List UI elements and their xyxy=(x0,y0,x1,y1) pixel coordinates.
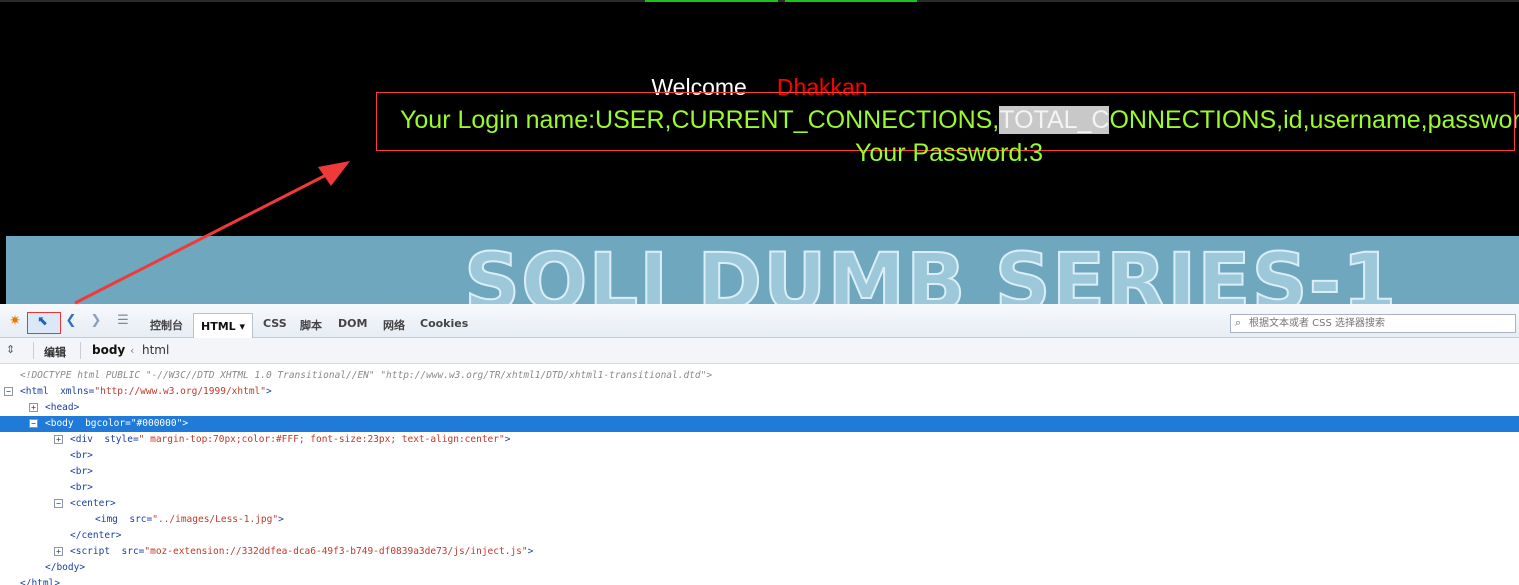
html-subbar: ⇕ 编辑 body ‹ html xyxy=(0,338,1519,364)
divider xyxy=(33,342,34,359)
page-viewport: Welcome Dhakkan Your Login name:USER,CURR… xyxy=(0,0,1519,304)
tree-row-html[interactable]: − <html xmlns="http://www.w3.org/1999/xh… xyxy=(0,384,1519,400)
tree-row-br[interactable]: <br> xyxy=(0,448,1519,464)
tree-row-body-close[interactable]: </body> xyxy=(0,560,1519,576)
inspect-pointer-icon: ⬉ xyxy=(37,314,48,329)
command-list-icon[interactable]: ☰ xyxy=(114,312,132,330)
breadcrumb-body[interactable]: body xyxy=(92,343,125,357)
html-close-tag: </html> xyxy=(20,578,61,585)
tab-indicator xyxy=(785,0,917,2)
html-tree: <!DOCTYPE html PUBLIC "-//W3C//DTD XHTML… xyxy=(0,368,1519,585)
firebug-icon[interactable]: ✷ xyxy=(6,312,24,330)
search-box[interactable]: ⌕ xyxy=(1230,314,1516,333)
center-close-tag: </center> xyxy=(70,530,122,541)
tab-indicator xyxy=(645,0,778,2)
tree-row-center-close[interactable]: </center> xyxy=(0,528,1519,544)
breadcrumb-separator: ‹ xyxy=(130,344,135,357)
banner-text: SQLI DUMB SERIES-1 xyxy=(463,237,1398,304)
tab-html[interactable]: HTML ▾ xyxy=(193,313,253,339)
collapse-toggle[interactable]: − xyxy=(29,419,38,428)
img-tag: <img src="../images/Less-1.jpg"> xyxy=(95,514,284,525)
devtools-toolbar: ✷ ⬉ ❮ ❯ ☰ 控制台 HTML ▾ CSS 脚本 DOM 网络 Cooki… xyxy=(0,304,1519,339)
br-tag: <br> xyxy=(70,482,93,493)
center-tag: <center> xyxy=(70,498,116,509)
body-tag: <body bgcolor="#000000"> xyxy=(45,418,189,429)
edit-button[interactable]: 编辑 xyxy=(44,344,66,360)
break-on-mutate-icon[interactable]: ⇕ xyxy=(6,343,15,356)
divider xyxy=(80,342,81,359)
head-tag: <head> xyxy=(45,402,80,413)
tab-console[interactable]: 控制台 xyxy=(150,317,183,333)
banner-image: SQLI DUMB SERIES-1 xyxy=(6,236,1519,304)
expand-toggle[interactable]: + xyxy=(54,435,63,444)
tree-row-body-selected[interactable]: − <body bgcolor="#000000"> xyxy=(0,416,1519,432)
tree-row-script[interactable]: + <script src="moz-extension://332ddfea-… xyxy=(0,544,1519,560)
tree-row-center[interactable]: − <center> xyxy=(0,496,1519,512)
expand-toggle[interactable]: + xyxy=(29,403,38,412)
breadcrumb-html[interactable]: html xyxy=(142,343,169,357)
html-tag: <html xmlns="http://www.w3.org/1999/xhtm… xyxy=(20,386,272,397)
search-icon: ⌕ xyxy=(1235,316,1242,329)
devtools-panel: ✷ ⬉ ❮ ❯ ☰ 控制台 HTML ▾ CSS 脚本 DOM 网络 Cooki… xyxy=(0,304,1519,585)
collapse-toggle[interactable]: − xyxy=(54,499,63,508)
forward-icon[interactable]: ❯ xyxy=(87,312,105,330)
tab-cookies[interactable]: Cookies xyxy=(420,317,468,330)
password-line: Your Password:3 xyxy=(855,139,1044,167)
div-tag: <div style=" margin-top:70px;color:#FFF;… xyxy=(70,434,511,445)
search-input[interactable] xyxy=(1249,316,1511,331)
tree-row-div[interactable]: + <div style=" margin-top:70px;color:#FF… xyxy=(0,432,1519,448)
br-tag: <br> xyxy=(70,450,93,461)
tab-dom[interactable]: DOM xyxy=(338,317,367,330)
collapse-toggle[interactable]: − xyxy=(4,387,13,396)
tree-row-br[interactable]: <br> xyxy=(0,464,1519,480)
inspect-element-button[interactable]: ⬉ xyxy=(27,312,61,334)
back-icon[interactable]: ❮ xyxy=(62,312,80,330)
br-tag: <br> xyxy=(70,466,93,477)
tab-network[interactable]: 网络 xyxy=(383,317,405,333)
tree-row-doctype[interactable]: <!DOCTYPE html PUBLIC "-//W3C//DTD XHTML… xyxy=(0,368,1519,384)
tab-css[interactable]: CSS xyxy=(263,317,287,330)
tab-script[interactable]: 脚本 xyxy=(300,317,322,333)
tree-row-img[interactable]: <img src="../images/Less-1.jpg"> xyxy=(0,512,1519,528)
tree-row-head[interactable]: + <head> xyxy=(0,400,1519,416)
body-close-tag: </body> xyxy=(45,562,86,573)
doctype-text: <!DOCTYPE html PUBLIC "-//W3C//DTD XHTML… xyxy=(20,370,713,381)
tree-row-br[interactable]: <br> xyxy=(0,480,1519,496)
tree-row-html-close[interactable]: </html> xyxy=(0,576,1519,585)
script-tag: <script src="moz-extension://332ddfea-dc… xyxy=(70,546,534,557)
expand-toggle[interactable]: + xyxy=(54,547,63,556)
